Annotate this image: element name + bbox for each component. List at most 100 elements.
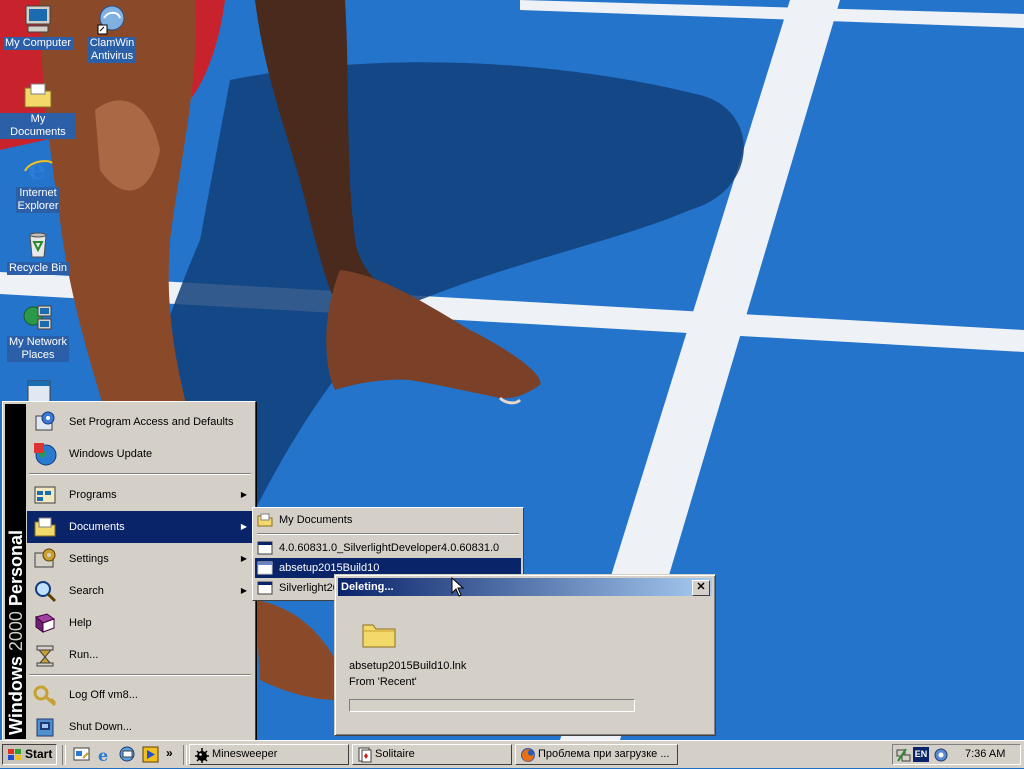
desktop-icon-label: My Documents [0, 113, 76, 139]
task-label: Minesweeper [212, 748, 278, 760]
outlook-express-icon[interactable] [119, 746, 136, 763]
submenu-item-my-documents[interactable]: My Documents [255, 510, 521, 530]
start-button[interactable]: Start [2, 744, 57, 765]
start-item-label: Shut Down... [69, 721, 132, 733]
submenu-separator [257, 533, 519, 535]
quicklaunch-chevron[interactable]: » [166, 746, 183, 763]
start-item-label: Programs [69, 489, 117, 501]
start-item-programs[interactable]: Programs ▶ [27, 479, 253, 511]
desktop-icon-my-network-places[interactable]: My Network Places [0, 302, 76, 362]
network-status-icon[interactable] [896, 747, 912, 763]
dialog-source-text: From 'Recent' [349, 676, 417, 688]
desktop-icon-label: ClamWin Antivirus [87, 37, 137, 63]
desktop-icon-internet-explorer[interactable]: e Internet Explorer [0, 153, 76, 213]
settings-icon [33, 547, 57, 571]
desktop-icon-label-line1: ClamWin [89, 37, 135, 49]
svg-text:e: e [28, 153, 46, 185]
taskbar-task-minesweeper[interactable]: Minesweeper [189, 744, 349, 765]
dialog-close-button[interactable]: ✕ [692, 580, 710, 596]
taskbar-task-solitaire[interactable]: Solitaire [352, 744, 512, 765]
start-button-label: Start [25, 747, 53, 761]
mouse-cursor-icon [451, 576, 465, 597]
start-item-search[interactable]: Search ▶ [27, 575, 253, 607]
start-item-label: Search [69, 585, 104, 597]
start-item-label: Documents [69, 521, 125, 533]
desktop-icon-label: My Network Places [6, 336, 70, 362]
start-item-log-off[interactable]: Log Off vm8... [27, 679, 253, 711]
windows-update-icon [33, 442, 57, 466]
log-off-icon [33, 683, 57, 707]
shut-down-icon [33, 715, 57, 739]
start-item-documents[interactable]: Documents ▶ [27, 511, 253, 543]
help-book-icon [33, 611, 57, 635]
recycle-bin-icon [22, 228, 54, 260]
programs-icon [33, 483, 57, 507]
submenu-item-silverlight-developer[interactable]: 4.0.60831.0_SilverlightDeveloper4.0.6083… [255, 538, 521, 558]
desktop-icon-label-line2: Explorer [17, 200, 59, 212]
submenu-item-label: My Documents [279, 514, 353, 526]
deleting-dialog: Deleting... ✕ absetup2015Build10.lnk Fro… [334, 574, 716, 736]
dialog-title-bar[interactable]: Deleting... ✕ [338, 578, 712, 596]
start-item-help[interactable]: Help [27, 607, 253, 639]
my-documents-icon [22, 79, 54, 111]
start-item-label: Run... [69, 649, 99, 661]
shortcut-icon [257, 580, 273, 596]
start-item-run[interactable]: Run... [27, 639, 253, 671]
start-item-label: Log Off vm8... [69, 689, 138, 701]
minesweeper-icon [194, 747, 210, 763]
banner-windows-text: Windows [6, 656, 26, 735]
dialog-file-name: absetup2015Build10.lnk [349, 660, 467, 672]
documents-folder-icon [33, 515, 57, 539]
desktop-icon-clamwin[interactable]: ClamWin Antivirus [74, 3, 150, 63]
language-indicator[interactable]: EN [913, 747, 929, 762]
shortcut-icon [257, 560, 273, 576]
clamwin-icon [96, 3, 128, 35]
desktop-icon-label-line1: Internet [19, 187, 57, 199]
show-desktop-icon[interactable] [73, 746, 90, 763]
start-item-shut-down[interactable]: Shut Down... [27, 711, 253, 743]
delete-progress-bar [349, 699, 635, 712]
firefox-icon [520, 747, 536, 763]
run-icon [33, 643, 57, 667]
submenu-item-label: Silverlight20 [279, 582, 339, 594]
search-icon [33, 579, 57, 603]
taskbar-grip [62, 745, 66, 765]
desktop-icon-recycle-bin[interactable]: Recycle Bin [0, 228, 76, 275]
start-item-label: Windows Update [69, 448, 153, 460]
submenu-arrow-icon: ▶ [240, 554, 247, 563]
folder-animation-icon [361, 619, 397, 649]
submenu-item-label: 4.0.60831.0_SilverlightDeveloper4.0.6083… [279, 542, 500, 554]
start-menu: Windows 2000 Personal Set Program Access… [2, 401, 256, 742]
media-player-icon[interactable] [142, 746, 159, 763]
system-tray: EN 7:36 AM [892, 744, 1021, 765]
desktop-icon-my-documents[interactable]: My Documents [0, 79, 76, 139]
desktop-icon-label: My Computer [2, 37, 74, 50]
taskbar: Start e » Minesweeper Solitaire Проблема… [0, 740, 1024, 768]
desktop-icon-my-computer[interactable]: My Computer [0, 3, 76, 50]
start-item-set-program-access[interactable]: Set Program Access and Defaults [27, 406, 253, 438]
task-label: Проблема при загрузке ... [538, 748, 670, 760]
start-item-settings[interactable]: Settings ▶ [27, 543, 253, 575]
network-places-icon [22, 302, 54, 334]
dialog-title: Deleting... [341, 581, 394, 593]
windows-edition-banner: Windows 2000 Personal [6, 530, 26, 735]
start-menu-separator [29, 473, 251, 475]
start-item-windows-update[interactable]: Windows Update [27, 438, 253, 470]
svg-text:e: e [98, 746, 108, 763]
program-access-icon [33, 410, 57, 434]
taskbar-task-firefox[interactable]: Проблема при загрузке ... [515, 744, 678, 765]
submenu-arrow-icon: ▶ [240, 490, 247, 499]
windows-logo-icon [7, 748, 23, 762]
clamwin-tray-icon[interactable] [933, 747, 949, 763]
banner-version-text: 2000 [6, 611, 26, 652]
desktop-icon-label: Internet Explorer [15, 187, 61, 213]
my-computer-icon [22, 3, 54, 35]
internet-explorer-quicklaunch-icon[interactable]: e [96, 746, 113, 765]
task-label: Solitaire [375, 748, 415, 760]
start-item-label: Set Program Access and Defaults [69, 416, 234, 428]
start-menu-separator [29, 674, 251, 676]
clock[interactable]: 7:36 AM [965, 745, 1005, 764]
banner-edition-text: Personal [6, 530, 26, 607]
desktop-icon-label-line2: Places [21, 349, 55, 361]
desktop-icon-label-line2: Antivirus [90, 50, 134, 62]
